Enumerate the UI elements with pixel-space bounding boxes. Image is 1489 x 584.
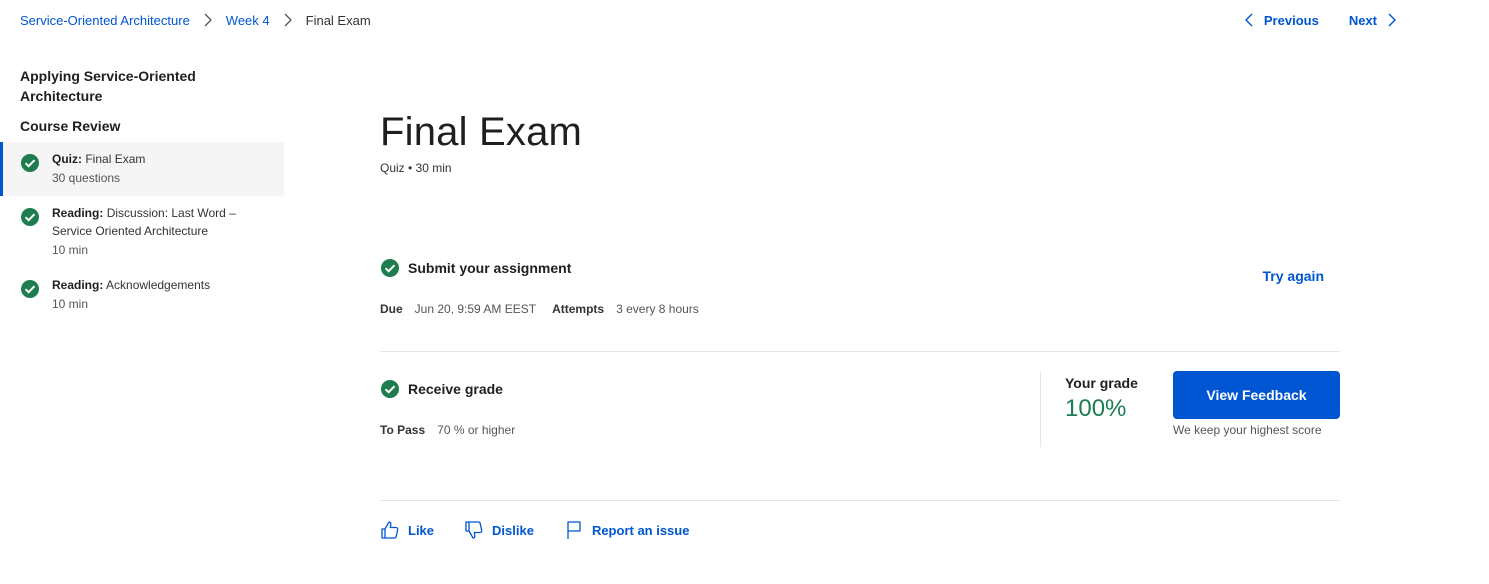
chevron-right-icon bbox=[196, 12, 220, 28]
attempts-label: Attempts bbox=[552, 302, 605, 316]
submit-meta: Due Jun 20, 9:59 AM EEST Attempts 3 ever… bbox=[380, 302, 1340, 316]
feedback-note: We keep your highest score bbox=[1173, 423, 1322, 437]
check-circle-icon bbox=[21, 154, 39, 172]
chevron-right-icon bbox=[1388, 13, 1396, 27]
breadcrumb-link-course[interactable]: Service-Oriented Architecture bbox=[20, 13, 190, 28]
feedback-area: View Feedback We keep your highest score bbox=[1173, 371, 1340, 447]
like-button[interactable]: Like bbox=[380, 520, 434, 540]
like-label: Like bbox=[408, 522, 435, 538]
sidebar-item-meta: 30 questions bbox=[52, 171, 121, 185]
sidebar-item-meta: 10 min bbox=[52, 243, 89, 257]
breadcrumb: Service-Oriented Architecture Week 4 Fin… bbox=[20, 12, 371, 28]
sidebar-item-title: Reading: Discussion: Last Word – Service… bbox=[52, 204, 264, 240]
sidebar-item-list: Quiz: Final Exam 30 questions Reading: D… bbox=[0, 142, 284, 322]
breadcrumb-link-week[interactable]: Week 4 bbox=[226, 13, 270, 28]
try-again-button[interactable]: Try again bbox=[1263, 268, 1324, 284]
to-pass-value: 70 % or higher bbox=[437, 423, 516, 437]
report-label: Report an issue bbox=[591, 522, 690, 538]
flag-icon bbox=[567, 521, 581, 539]
page-subtitle: Quiz • 30 min bbox=[380, 161, 452, 175]
your-grade-value: 100% bbox=[1065, 395, 1127, 422]
your-grade-label: Your grade bbox=[1065, 375, 1138, 391]
due-value: Jun 20, 9:59 AM EEST bbox=[414, 302, 537, 316]
section-divider bbox=[380, 351, 1340, 352]
chevron-right-icon bbox=[276, 12, 300, 28]
vertical-divider bbox=[1040, 371, 1041, 447]
submit-assignment-section: Submit your assignment Due Jun 20, 9:59 … bbox=[380, 258, 1340, 316]
view-feedback-button[interactable]: View Feedback bbox=[1173, 371, 1340, 419]
thumbs-up-icon bbox=[381, 521, 399, 539]
breadcrumb-current: Final Exam bbox=[305, 12, 371, 28]
next-button[interactable]: Next bbox=[1349, 12, 1399, 28]
module-title: Applying Service-Oriented Architecture bbox=[20, 68, 196, 104]
your-grade: Your grade 100% bbox=[1065, 371, 1165, 447]
item-kind: Reading: bbox=[52, 206, 104, 220]
receive-grade-section: Receive grade To Pass 70 % or higher You… bbox=[380, 371, 1340, 447]
sidebar-item-final-exam[interactable]: Quiz: Final Exam 30 questions bbox=[0, 142, 284, 196]
report-issue-button[interactable]: Report an issue bbox=[564, 520, 690, 540]
sidebar-item-title: Quiz: Final Exam bbox=[52, 150, 145, 168]
grade-panel: Your grade 100% View Feedback We keep yo… bbox=[1040, 371, 1340, 447]
section-title: Course Review bbox=[20, 118, 121, 134]
sidebar-item-acknowledgements[interactable]: Reading: Acknowledgements 10 min bbox=[0, 268, 284, 322]
item-name: Acknowledgements bbox=[106, 278, 211, 292]
sidebar-item-discussion[interactable]: Reading: Discussion: Last Word – Service… bbox=[0, 196, 284, 268]
previous-label: Previous bbox=[1263, 12, 1319, 28]
check-circle-icon bbox=[381, 380, 399, 398]
feedback-actions: Like Dislike Report an issue bbox=[380, 520, 689, 540]
check-circle-icon bbox=[21, 280, 39, 298]
item-kind: Quiz: bbox=[52, 152, 82, 166]
section-divider bbox=[380, 500, 1340, 501]
to-pass-label: To Pass bbox=[380, 423, 426, 437]
attempts-value: 3 every 8 hours bbox=[616, 302, 699, 316]
course-sidebar: Applying Service-Oriented Architecture C… bbox=[0, 66, 284, 322]
submit-heading-row: Submit your assignment bbox=[380, 258, 1340, 278]
grade-heading: Receive grade bbox=[408, 381, 503, 397]
item-kind: Reading: bbox=[52, 278, 104, 292]
main-content: Final Exam Quiz • 30 min Submit your ass… bbox=[380, 110, 1340, 539]
dislike-button[interactable]: Dislike bbox=[464, 520, 534, 540]
check-circle-icon bbox=[21, 208, 39, 226]
item-pager: Previous Next bbox=[1242, 12, 1399, 28]
check-circle-icon bbox=[381, 259, 399, 277]
previous-button[interactable]: Previous bbox=[1242, 12, 1319, 28]
page-title: Final Exam bbox=[380, 110, 583, 154]
submit-heading: Submit your assignment bbox=[408, 260, 572, 276]
chevron-left-icon bbox=[1244, 13, 1253, 27]
dislike-label: Dislike bbox=[492, 522, 534, 538]
next-label: Next bbox=[1348, 12, 1377, 28]
due-label: Due bbox=[380, 302, 403, 316]
item-name: Final Exam bbox=[85, 152, 146, 166]
sidebar-item-title: Reading: Acknowledgements bbox=[52, 276, 210, 294]
sidebar-item-meta: 10 min bbox=[52, 297, 89, 311]
thumbs-down-icon bbox=[465, 521, 483, 539]
